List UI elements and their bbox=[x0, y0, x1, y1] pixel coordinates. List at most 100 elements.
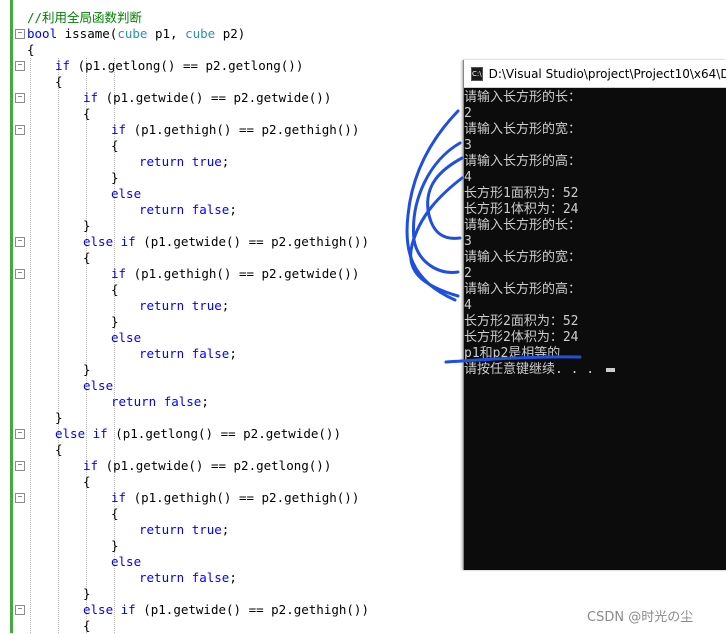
code-token: p2) bbox=[215, 26, 246, 41]
code-line[interactable]: { bbox=[111, 138, 119, 154]
code-token: false bbox=[191, 570, 230, 585]
code-token: { bbox=[111, 506, 119, 521]
fold-toggle-icon[interactable] bbox=[15, 125, 25, 135]
console-title: D:\Visual Studio\project\Project10\x64\D… bbox=[488, 66, 726, 81]
fold-toggle-icon[interactable] bbox=[15, 605, 25, 615]
code-line[interactable]: { bbox=[83, 474, 91, 490]
fold-toggle-icon[interactable] bbox=[15, 493, 25, 503]
code-line[interactable]: } bbox=[111, 538, 119, 554]
code-line[interactable]: else bbox=[111, 554, 141, 570]
editor-margin bbox=[0, 0, 10, 633]
code-line[interactable]: } bbox=[111, 170, 119, 186]
code-token: (p1.getwide() == p2.getwide()) bbox=[98, 90, 332, 105]
fold-toggle-icon[interactable] bbox=[15, 237, 25, 247]
console-titlebar[interactable]: C:\ D:\Visual Studio\project\Project10\x… bbox=[464, 60, 726, 88]
fold-toggle-icon[interactable] bbox=[15, 461, 25, 471]
console-window[interactable]: C:\ D:\Visual Studio\project\Project10\x… bbox=[463, 60, 726, 570]
code-line[interactable]: else if (p1.getlong() == p2.getwide()) bbox=[55, 426, 341, 442]
code-line[interactable]: { bbox=[27, 42, 35, 58]
code-line[interactable]: if (p1.gethigh() == p2.gethigh()) bbox=[111, 122, 359, 138]
console-line: p1和p2是相等的 bbox=[464, 346, 561, 361]
code-line[interactable]: else if (p1.getwide() == p2.gethigh()) bbox=[83, 234, 369, 250]
code-token: ; bbox=[201, 394, 209, 409]
code-line[interactable]: } bbox=[83, 362, 91, 378]
console-app-icon: C:\ bbox=[471, 66, 483, 81]
console-line: 请输入长方形的高： bbox=[464, 154, 582, 169]
code-token: (p1.gethigh() == p2.gethigh()) bbox=[126, 490, 360, 505]
fold-toggle-icon[interactable] bbox=[15, 429, 25, 439]
code-token: return bbox=[139, 298, 185, 313]
code-line[interactable]: return true; bbox=[139, 522, 229, 538]
code-line[interactable]: if (p1.getwide() == p2.getlong()) bbox=[83, 458, 331, 474]
code-line[interactable]: else bbox=[111, 330, 141, 346]
code-token: return bbox=[139, 346, 185, 361]
fold-toggle-icon[interactable] bbox=[15, 93, 25, 103]
code-token: ; bbox=[221, 154, 230, 169]
code-line[interactable]: else bbox=[83, 378, 113, 394]
code-token: (p1.getlong() == p2.getlong()) bbox=[70, 58, 304, 73]
console-line: 4 bbox=[464, 170, 472, 185]
code-line[interactable]: { bbox=[55, 74, 63, 90]
code-line[interactable]: else bbox=[111, 186, 141, 202]
console-line: 请输入长方形的长： bbox=[464, 90, 582, 105]
code-token: else bbox=[83, 378, 114, 393]
console-line: 2 bbox=[464, 106, 472, 121]
console-line: 长方形1面积为：52 bbox=[464, 186, 579, 201]
fold-toggle-icon[interactable] bbox=[15, 61, 25, 71]
console-line: 2 bbox=[464, 266, 472, 281]
code-line[interactable]: } bbox=[111, 314, 119, 330]
code-line[interactable]: } bbox=[83, 218, 91, 234]
code-token: false bbox=[163, 394, 202, 409]
code-line[interactable]: bool issame(cube p1, cube p2) bbox=[27, 26, 245, 42]
code-token: { bbox=[111, 282, 119, 297]
code-line[interactable]: if (p1.getwide() == p2.getwide()) bbox=[83, 90, 331, 106]
console-line: 请按任意键继续. . . bbox=[464, 362, 615, 378]
code-line[interactable]: return false; bbox=[139, 570, 237, 586]
code-token: } bbox=[55, 410, 63, 425]
code-token: return bbox=[139, 154, 185, 169]
code-token: if bbox=[83, 90, 99, 105]
code-token: ; bbox=[229, 570, 237, 585]
code-line[interactable]: return false; bbox=[139, 346, 237, 362]
code-token: (p1.gethigh() == p2.getwide()) bbox=[126, 266, 360, 281]
console-line: 请输入长方形的长： bbox=[464, 218, 582, 233]
console-output: 请输入长方形的长： 2 请输入长方形的宽： 3 请输入长方形的高： 4 长方形1面积为：52… bbox=[464, 88, 726, 570]
code-token: return bbox=[111, 394, 157, 409]
code-token: (p1.gethigh() == p2.gethigh()) bbox=[126, 122, 360, 137]
code-line[interactable]: if (p1.gethigh() == p2.getwide()) bbox=[111, 266, 359, 282]
fold-toggle-icon[interactable] bbox=[15, 269, 25, 279]
code-token: return bbox=[139, 570, 185, 585]
code-line[interactable]: if (p1.gethigh() == p2.gethigh()) bbox=[111, 490, 359, 506]
console-line: 3 bbox=[464, 138, 472, 153]
code-token: { bbox=[111, 138, 119, 153]
code-line[interactable]: } bbox=[55, 410, 63, 426]
code-line[interactable]: return false; bbox=[139, 202, 237, 218]
code-token: p1, bbox=[147, 26, 186, 41]
code-line[interactable]: if (p1.getlong() == p2.getlong()) bbox=[55, 58, 303, 74]
code-line[interactable]: else if (p1.getwide() == p2.gethigh()) bbox=[83, 602, 369, 618]
code-line[interactable]: { bbox=[83, 106, 91, 122]
code-line[interactable]: { bbox=[55, 442, 63, 458]
code-token: { bbox=[83, 250, 91, 265]
code-line[interactable]: return false; bbox=[111, 394, 209, 410]
code-line[interactable]: } bbox=[83, 586, 91, 602]
code-token: (p1.getwide() == p2.gethigh()) bbox=[135, 234, 369, 249]
console-cursor bbox=[605, 367, 615, 372]
code-line[interactable]: return true; bbox=[139, 298, 229, 314]
fold-toggle-icon[interactable] bbox=[15, 29, 25, 39]
code-token: else bbox=[111, 330, 142, 345]
code-line[interactable]: { bbox=[83, 618, 91, 634]
change-indicator-bar bbox=[10, 0, 13, 633]
code-line[interactable]: { bbox=[111, 282, 119, 298]
indent-guide bbox=[86, 58, 87, 633]
code-line[interactable]: return true; bbox=[139, 154, 229, 170]
code-token: else if bbox=[83, 234, 136, 249]
code-line[interactable]: //利用全局函数判断 bbox=[27, 10, 142, 26]
code-token: ; bbox=[229, 202, 237, 217]
code-line[interactable]: { bbox=[83, 250, 91, 266]
code-line[interactable]: { bbox=[111, 506, 119, 522]
code-token: if bbox=[111, 122, 127, 137]
